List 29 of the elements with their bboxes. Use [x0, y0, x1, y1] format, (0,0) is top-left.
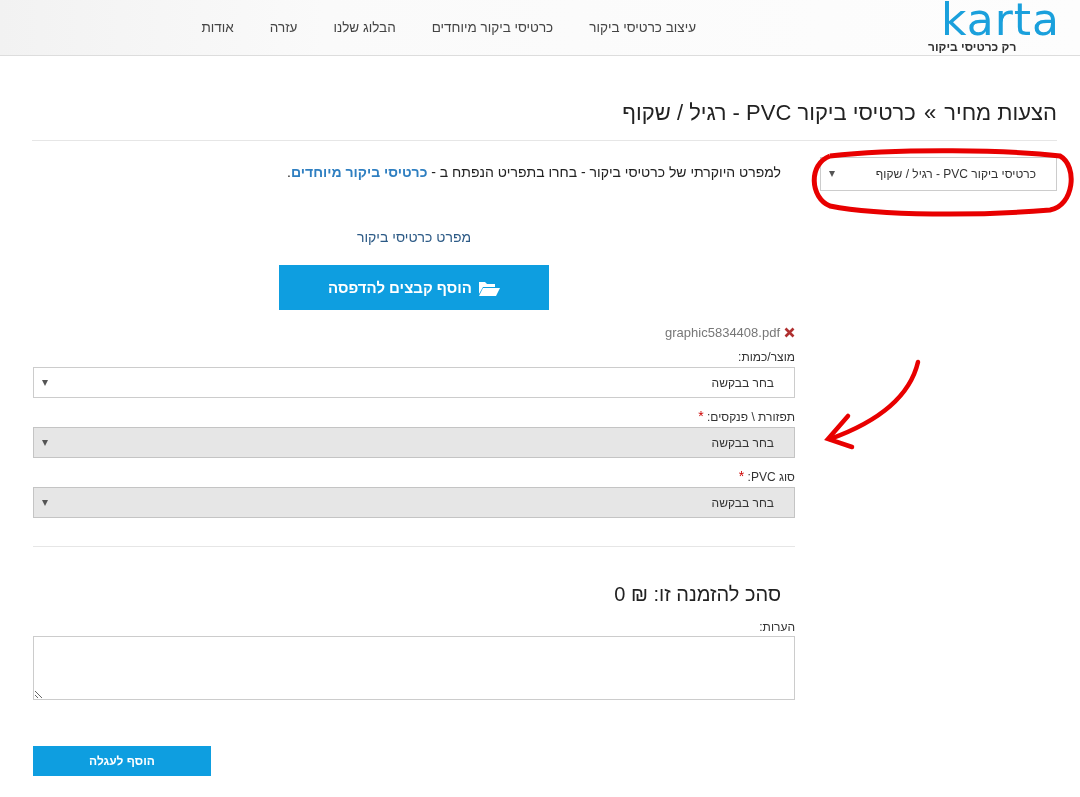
required-asterisk: * — [698, 408, 704, 424]
required-asterisk: * — [738, 468, 745, 484]
nav-link[interactable]: כרטיסי ביקור מיוחדים — [431, 20, 554, 35]
logo-tagline: רק כרטיסי ביקור — [928, 39, 1017, 54]
field-label: סוג PVC: * — [737, 468, 795, 484]
caret-icon — [829, 171, 835, 177]
nav-link[interactable]: עזרה — [269, 20, 298, 35]
field-label: מוצר/כמות: — [737, 350, 795, 364]
intro-text: למפרט היוקרתי של כרטיסי ביקור - בחרו בתפריט הנפתח ב - כרטיסי ביקור מיוחדים. — [286, 163, 781, 181]
field-label: תפזורת \ פנקסים: * — [697, 408, 795, 424]
caret-icon — [42, 439, 48, 446]
nav-link[interactable]: הבלוג שלנו — [333, 20, 396, 35]
breadcrumb-link[interactable]: הצעות מחיר — [944, 100, 1057, 126]
breadcrumb-separator: » — [923, 100, 937, 126]
notes-field[interactable] — [33, 636, 795, 700]
page-title: כרטיסי ביקור PVC - רגיל / שקוף — [622, 100, 916, 126]
special-cards-link[interactable]: כרטיסי ביקור מיוחדים — [291, 164, 428, 180]
remove-file-icon[interactable] — [784, 327, 795, 338]
caret-icon — [42, 379, 48, 386]
file-name: graphic5834408.pdf — [665, 325, 780, 340]
select-field[interactable]: בחר בבקשה — [33, 367, 795, 398]
nav-link[interactable]: עיצוב כרטיסי ביקור — [589, 20, 696, 35]
notes-label: הערות: — [758, 620, 795, 634]
caret-icon — [42, 499, 48, 506]
product-dropdown[interactable]: כרטיסי ביקור PVC - רגיל / שקוף — [820, 157, 1057, 191]
nav-link[interactable]: אודות — [201, 20, 234, 35]
spec-link[interactable]: מפרט כרטיסי ביקור — [356, 229, 472, 245]
order-total: סהכ להזמנה זו: ₪ 0 — [613, 583, 781, 606]
folder-icon — [478, 279, 500, 296]
